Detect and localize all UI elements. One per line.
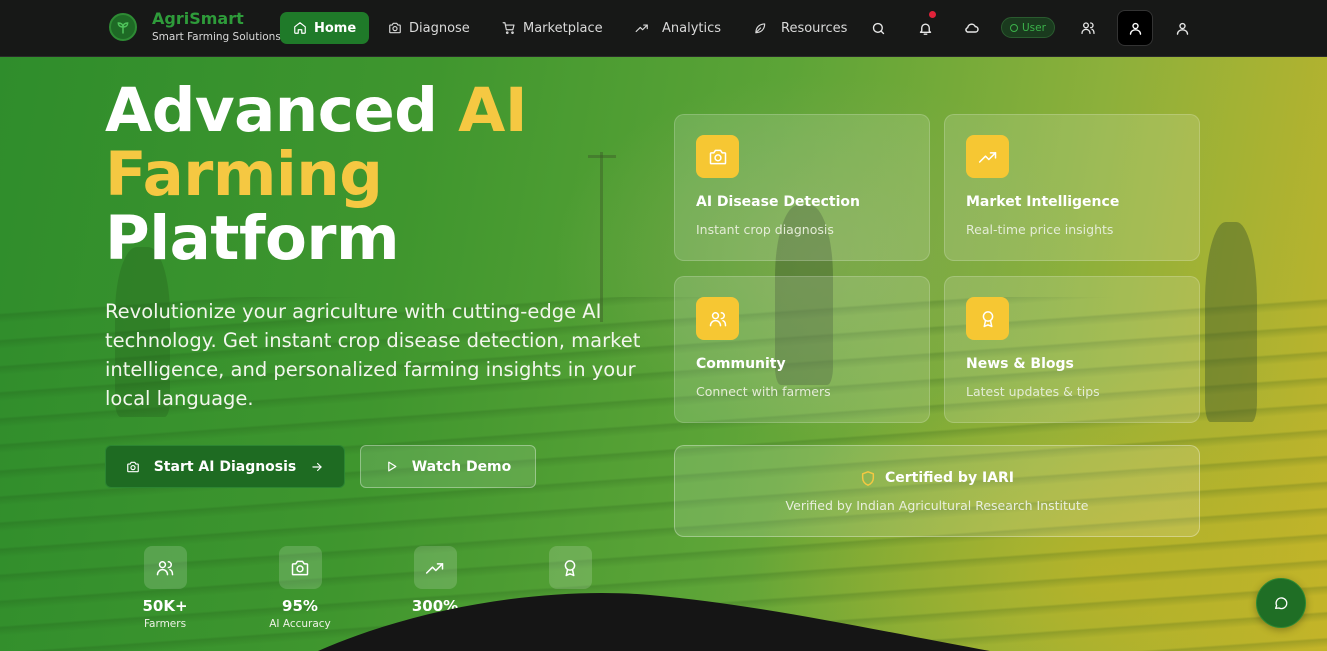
- camera-icon: [696, 135, 739, 178]
- farmer-silhouette: [1205, 222, 1257, 422]
- users-icon: [1081, 22, 1095, 34]
- nav-resources-label: Resources: [781, 20, 848, 36]
- user-role-badge: User: [1001, 17, 1055, 38]
- search-icon: [872, 22, 884, 34]
- bell-icon: [919, 22, 931, 35]
- status-ring-icon: [1010, 23, 1018, 32]
- user-icon: [1129, 22, 1141, 35]
- cart-icon: [502, 22, 515, 35]
- user-role-label: User: [1022, 21, 1046, 34]
- shield-icon: [861, 470, 875, 486]
- certification-desc: Verified by Indian Agricultural Research…: [785, 497, 1089, 513]
- stat-value: 50K+: [142, 597, 188, 615]
- stat-label: AI Accuracy: [269, 618, 331, 630]
- nav-analytics-label: Analytics: [662, 20, 722, 36]
- users-icon: [696, 297, 739, 340]
- card-desc: Instant crop diagnosis: [696, 222, 834, 237]
- nav-home[interactable]: Home: [280, 12, 370, 44]
- sprout-logo-icon: [109, 13, 137, 41]
- notification-dot: [929, 11, 936, 18]
- nav-marketplace-label: Marketplace: [523, 20, 603, 36]
- camera-icon: [278, 546, 322, 589]
- card-title: News & Blogs: [966, 356, 1074, 372]
- card-title: Community: [696, 356, 786, 372]
- headline-part: Advanced: [105, 75, 459, 146]
- camera-icon: [389, 22, 401, 34]
- trending-up-icon: [966, 135, 1009, 178]
- start-diagnosis-button[interactable]: Start AI Diagnosis: [105, 445, 345, 488]
- stat-label: Farmers: [143, 618, 187, 630]
- trending-up-icon: [635, 24, 648, 33]
- notifications-button[interactable]: [914, 11, 936, 39]
- start-diagnosis-label: Start AI Diagnosis: [153, 458, 297, 475]
- watch-demo-label: Watch Demo: [411, 458, 512, 475]
- headline-part: Platform: [105, 203, 400, 274]
- community-button[interactable]: [1077, 17, 1099, 39]
- users-icon: [143, 546, 187, 589]
- headline-highlight: Farming: [105, 139, 383, 210]
- card-desc: Latest updates & tips: [966, 384, 1100, 399]
- award-icon: [548, 546, 592, 589]
- certification-card: Certified by IARI Verified by Indian Agr…: [674, 445, 1200, 537]
- stat-value: 300%: [411, 597, 459, 615]
- nav-diagnose-label: Diagnose: [409, 20, 470, 36]
- home-icon: [294, 22, 306, 34]
- stat-value: 95%: [282, 597, 318, 615]
- stat-accuracy: 95% AI Accuracy: [255, 546, 345, 631]
- chat-button[interactable]: [1256, 578, 1306, 628]
- cloud-icon: [965, 23, 979, 33]
- brand-tagline: Smart Farming Solutions: [152, 31, 281, 43]
- stat-label: Growth: [415, 618, 454, 630]
- stat-label: Awards: [550, 618, 590, 630]
- stat-awards: 12 Awards: [525, 546, 615, 631]
- stat-growth: 300% Growth: [390, 546, 480, 631]
- top-navbar: AgriSmart Smart Farming Solutions Home D…: [0, 0, 1327, 57]
- headline-highlight: AI: [458, 75, 528, 146]
- camera-icon: [126, 461, 139, 472]
- nav-home-label: Home: [314, 20, 357, 36]
- profile-button[interactable]: [1117, 10, 1153, 46]
- nav-resources[interactable]: Resources: [753, 12, 847, 44]
- hero-subtext: Revolutionize your agriculture with cutt…: [105, 300, 641, 410]
- card-desc: Connect with farmers: [696, 384, 831, 399]
- card-title: AI Disease Detection: [696, 194, 860, 210]
- feature-card-market-intelligence[interactable]: Market Intelligence Real-time price insi…: [944, 114, 1200, 261]
- feature-card-disease-detection[interactable]: AI Disease Detection Instant crop diagno…: [674, 114, 930, 261]
- hero-section: Advanced AI Farming Platform Revolutioni…: [0, 57, 1327, 651]
- nav-marketplace[interactable]: Marketplace: [502, 12, 603, 44]
- award-icon: [966, 297, 1009, 340]
- watch-demo-button[interactable]: Watch Demo: [360, 445, 536, 488]
- utility-pole-bar-decor: [588, 155, 616, 158]
- card-desc: Real-time price insights: [966, 222, 1114, 237]
- feature-card-community[interactable]: Community Connect with farmers: [674, 276, 930, 423]
- stat-value: 12: [559, 597, 581, 615]
- nav-diagnose[interactable]: Diagnose: [388, 12, 470, 44]
- stat-farmers: 50K+ Farmers: [120, 546, 210, 631]
- account-button[interactable]: [1171, 17, 1193, 39]
- weather-button[interactable]: [961, 17, 983, 39]
- brand-name: AgriSmart: [152, 9, 244, 28]
- user-icon: [1176, 22, 1188, 35]
- feature-card-news-blogs[interactable]: News & Blogs Latest updates & tips: [944, 276, 1200, 423]
- brand[interactable]: AgriSmart Smart Farming Solutions: [109, 10, 281, 44]
- leaf-icon: [755, 23, 766, 34]
- card-title: Market Intelligence: [966, 194, 1120, 210]
- play-icon: [387, 461, 397, 472]
- trending-up-icon: [413, 546, 457, 589]
- nav-analytics[interactable]: Analytics: [635, 12, 721, 44]
- search-button[interactable]: [867, 17, 889, 39]
- certification-title: Certified by IARI: [885, 470, 1014, 486]
- message-circle-icon: [1275, 597, 1288, 610]
- arrow-right-icon: [312, 462, 322, 471]
- hero-headline: Advanced AI Farming Platform: [105, 79, 528, 274]
